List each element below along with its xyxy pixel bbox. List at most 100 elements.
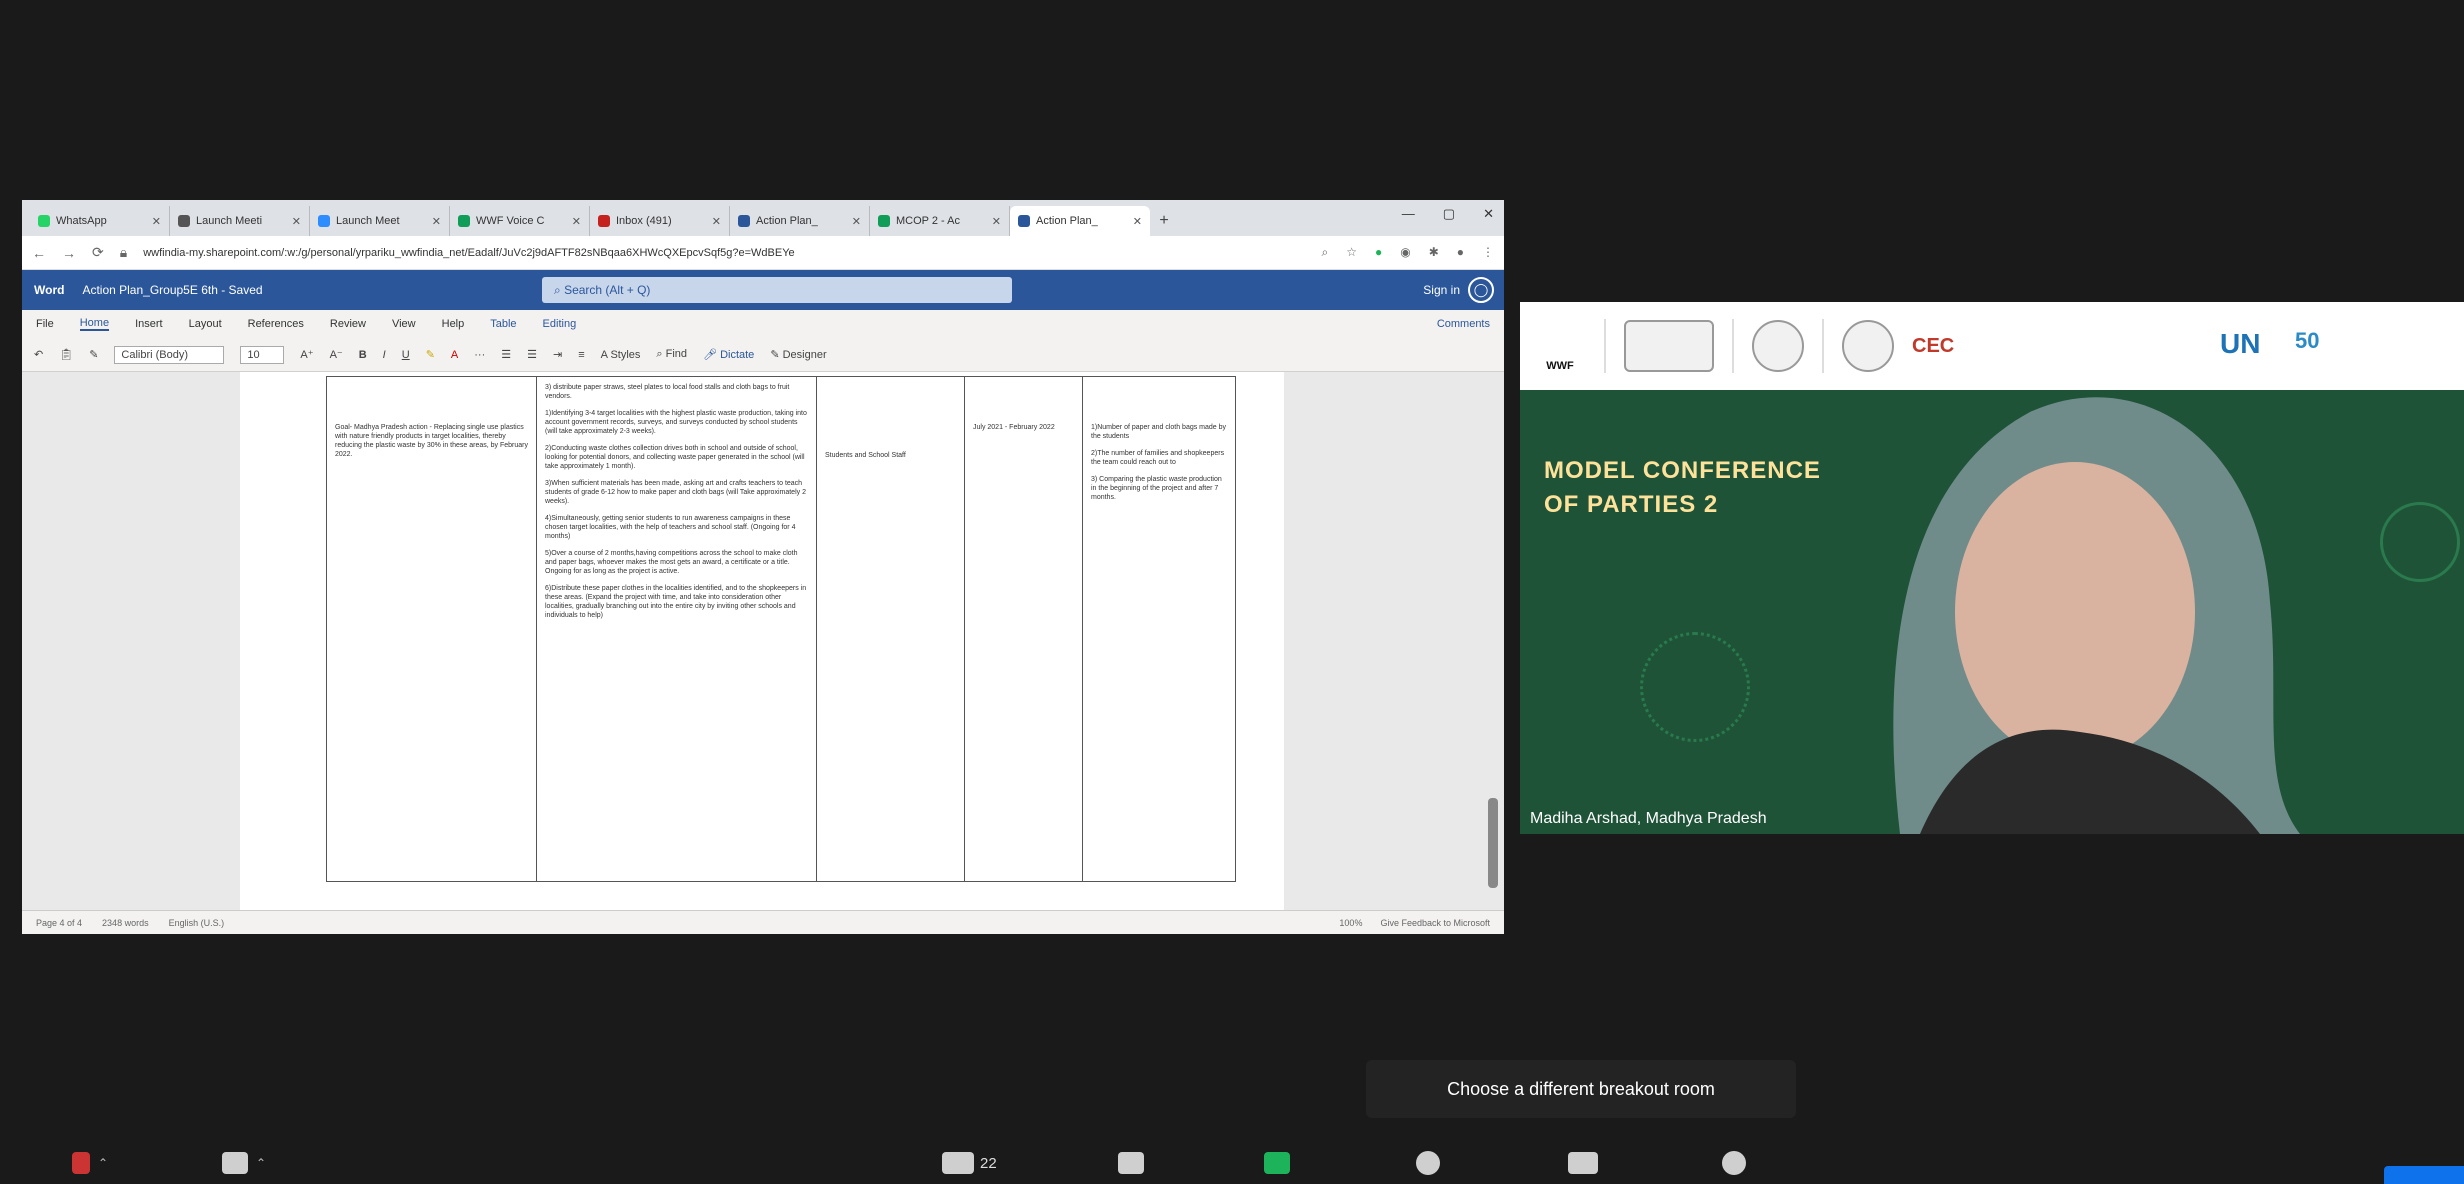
browser-tab[interactable]: MCOP 2 - Ac ✕ bbox=[870, 206, 1010, 236]
bold-icon[interactable]: B bbox=[359, 349, 367, 361]
feedback-link[interactable]: Give Feedback to Microsoft bbox=[1380, 918, 1490, 928]
minimize-icon[interactable]: — bbox=[1402, 206, 1415, 222]
browser-tab[interactable]: Launch Meet ✕ bbox=[310, 206, 450, 236]
close-icon[interactable]: ✕ bbox=[432, 215, 441, 228]
tab-insert[interactable]: Insert bbox=[135, 318, 163, 330]
font-color-icon[interactable]: A bbox=[451, 349, 458, 361]
highlight-icon[interactable]: ✎ bbox=[426, 348, 435, 361]
sign-in[interactable]: Sign in ◯ bbox=[1423, 277, 1494, 303]
close-window-icon[interactable]: ✕ bbox=[1483, 206, 1494, 222]
url-field[interactable]: wwfindia-my.sharepoint.com/:w:/g/persona… bbox=[143, 247, 1309, 259]
share-screen-button[interactable] bbox=[1264, 1142, 1290, 1184]
breakout-rooms-icon bbox=[1568, 1152, 1598, 1174]
back-icon[interactable]: ← bbox=[32, 245, 46, 261]
tab-table[interactable]: Table bbox=[490, 318, 516, 330]
more-icon[interactable]: ··· bbox=[474, 349, 485, 361]
align-icon[interactable]: ≡ bbox=[578, 349, 584, 361]
close-icon[interactable]: ✕ bbox=[992, 215, 1001, 228]
breakout-rooms-button[interactable] bbox=[1568, 1142, 1598, 1184]
chevron-up-icon[interactable]: ⌃ bbox=[98, 1156, 108, 1170]
menu-kebab-icon[interactable]: ⋮ bbox=[1482, 245, 1494, 260]
table-cell-steps[interactable]: 3) distribute paper straws, steel plates… bbox=[537, 377, 817, 881]
tab-references[interactable]: References bbox=[248, 318, 304, 330]
reactions-button[interactable] bbox=[1722, 1142, 1746, 1184]
document-scrollbar[interactable] bbox=[1488, 378, 1498, 898]
italic-icon[interactable]: I bbox=[383, 349, 386, 361]
browser-tab[interactable]: Inbox (491) ✕ bbox=[590, 206, 730, 236]
table-cell-indicators[interactable]: 1)Number of paper and cloth bags made by… bbox=[1083, 377, 1237, 881]
chat-button[interactable] bbox=[1118, 1142, 1144, 1184]
leave-button[interactable] bbox=[2384, 1166, 2464, 1184]
underline-icon[interactable]: U bbox=[402, 349, 410, 361]
tab-file[interactable]: File bbox=[36, 318, 54, 330]
extension-icon[interactable]: ● bbox=[1375, 245, 1382, 260]
mute-button[interactable]: ⌃ bbox=[72, 1142, 108, 1184]
bookmark-star-icon[interactable]: ☆ bbox=[1346, 245, 1357, 260]
close-icon[interactable]: ✕ bbox=[1133, 215, 1142, 228]
forward-icon[interactable]: → bbox=[62, 245, 76, 261]
styles-button[interactable]: A Styles bbox=[601, 349, 641, 361]
browser-tab-active[interactable]: Action Plan_ ✕ bbox=[1010, 206, 1150, 236]
app-name[interactable]: Word bbox=[34, 283, 64, 297]
divider bbox=[1604, 319, 1606, 373]
browser-tab[interactable]: WWF Voice C ✕ bbox=[450, 206, 590, 236]
browser-tab[interactable]: WhatsApp ✕ bbox=[30, 206, 170, 236]
participant-video-tile[interactable]: WWF CEC UN 50 MODEL CONFERENCE OF PARTIE… bbox=[1520, 302, 2464, 834]
close-icon[interactable]: ✕ bbox=[152, 215, 161, 228]
editing-mode[interactable]: Editing bbox=[543, 318, 577, 330]
close-icon[interactable]: ✕ bbox=[572, 215, 581, 228]
indent-icon[interactable]: ⇥ bbox=[553, 348, 562, 361]
user-avatar-icon[interactable]: ◯ bbox=[1468, 277, 1494, 303]
grow-font-icon[interactable]: A⁺ bbox=[300, 348, 313, 361]
undo-icon[interactable]: ↶ bbox=[34, 348, 43, 361]
browser-tab[interactable]: Action Plan_ ✕ bbox=[730, 206, 870, 236]
tab-favicon-icon bbox=[738, 215, 750, 227]
table-cell-people[interactable]: Students and School Staff bbox=[817, 377, 965, 881]
document-title[interactable]: Action Plan_Group5E 6th - Saved bbox=[82, 283, 262, 297]
scrollbar-thumb[interactable] bbox=[1488, 798, 1498, 888]
tab-review[interactable]: Review bbox=[330, 318, 366, 330]
participants-button[interactable]: 22 bbox=[942, 1142, 997, 1184]
browser-tab[interactable]: Launch Meeti ✕ bbox=[170, 206, 310, 236]
decorative-circle bbox=[1640, 632, 1750, 742]
record-button[interactable] bbox=[1416, 1142, 1440, 1184]
close-icon[interactable]: ✕ bbox=[852, 215, 861, 228]
tab-help[interactable]: Help bbox=[442, 318, 465, 330]
zoom-level[interactable]: 100% bbox=[1339, 918, 1362, 928]
profile-icon[interactable]: ● bbox=[1457, 245, 1464, 260]
table-cell-goal[interactable]: Goal- Madhya Pradesh action - Replacing … bbox=[327, 377, 537, 881]
font-family-select[interactable]: Calibri (Body) bbox=[114, 345, 225, 364]
new-tab-icon[interactable]: + bbox=[1150, 206, 1178, 236]
close-icon[interactable]: ✕ bbox=[292, 215, 301, 228]
word-search-input[interactable]: ⌕ Search (Alt + Q) bbox=[542, 277, 1012, 303]
dictate-button[interactable]: 🎤︎ Dictate bbox=[703, 348, 754, 361]
tab-home[interactable]: Home bbox=[79, 317, 110, 331]
document-page[interactable]: Goal- Madhya Pradesh action - Replacing … bbox=[240, 372, 1284, 910]
font-size-select[interactable]: 10 bbox=[240, 345, 285, 364]
reload-icon[interactable]: ⟳ bbox=[92, 244, 104, 261]
language[interactable]: English (U.S.) bbox=[169, 918, 225, 928]
comments-button[interactable]: Comments bbox=[1437, 318, 1490, 330]
designer-button[interactable]: ✎ Designer bbox=[770, 348, 826, 361]
paste-icon[interactable]: 📋︎ bbox=[59, 348, 73, 361]
find-button[interactable]: ⌕ Find bbox=[656, 348, 687, 361]
breakout-tooltip[interactable]: Choose a different breakout room bbox=[1366, 1060, 1796, 1118]
bullets-icon[interactable]: ☰ bbox=[501, 348, 511, 361]
participants-icon bbox=[942, 1152, 974, 1174]
video-off-icon bbox=[222, 1152, 248, 1174]
numbering-icon[interactable]: ☰ bbox=[527, 348, 537, 361]
extension-icon[interactable]: ◉ bbox=[1400, 245, 1410, 260]
maximize-icon[interactable]: ▢ bbox=[1443, 206, 1455, 222]
tab-favicon-icon bbox=[878, 215, 890, 227]
video-button[interactable]: ⌃ bbox=[222, 1142, 266, 1184]
cec-logo: CEC bbox=[1912, 334, 1955, 357]
table-cell-timeline[interactable]: July 2021 - February 2022 bbox=[965, 377, 1083, 881]
format-painter-icon[interactable]: ✎ bbox=[89, 348, 98, 361]
zoom-icon[interactable]: ⌕ bbox=[1321, 245, 1328, 260]
tab-layout[interactable]: Layout bbox=[189, 318, 222, 330]
puzzle-icon[interactable]: ✱ bbox=[1429, 245, 1439, 260]
close-icon[interactable]: ✕ bbox=[712, 215, 721, 228]
tab-view[interactable]: View bbox=[392, 318, 416, 330]
shrink-font-icon[interactable]: A⁻ bbox=[330, 348, 343, 361]
chevron-up-icon[interactable]: ⌃ bbox=[256, 1156, 266, 1170]
